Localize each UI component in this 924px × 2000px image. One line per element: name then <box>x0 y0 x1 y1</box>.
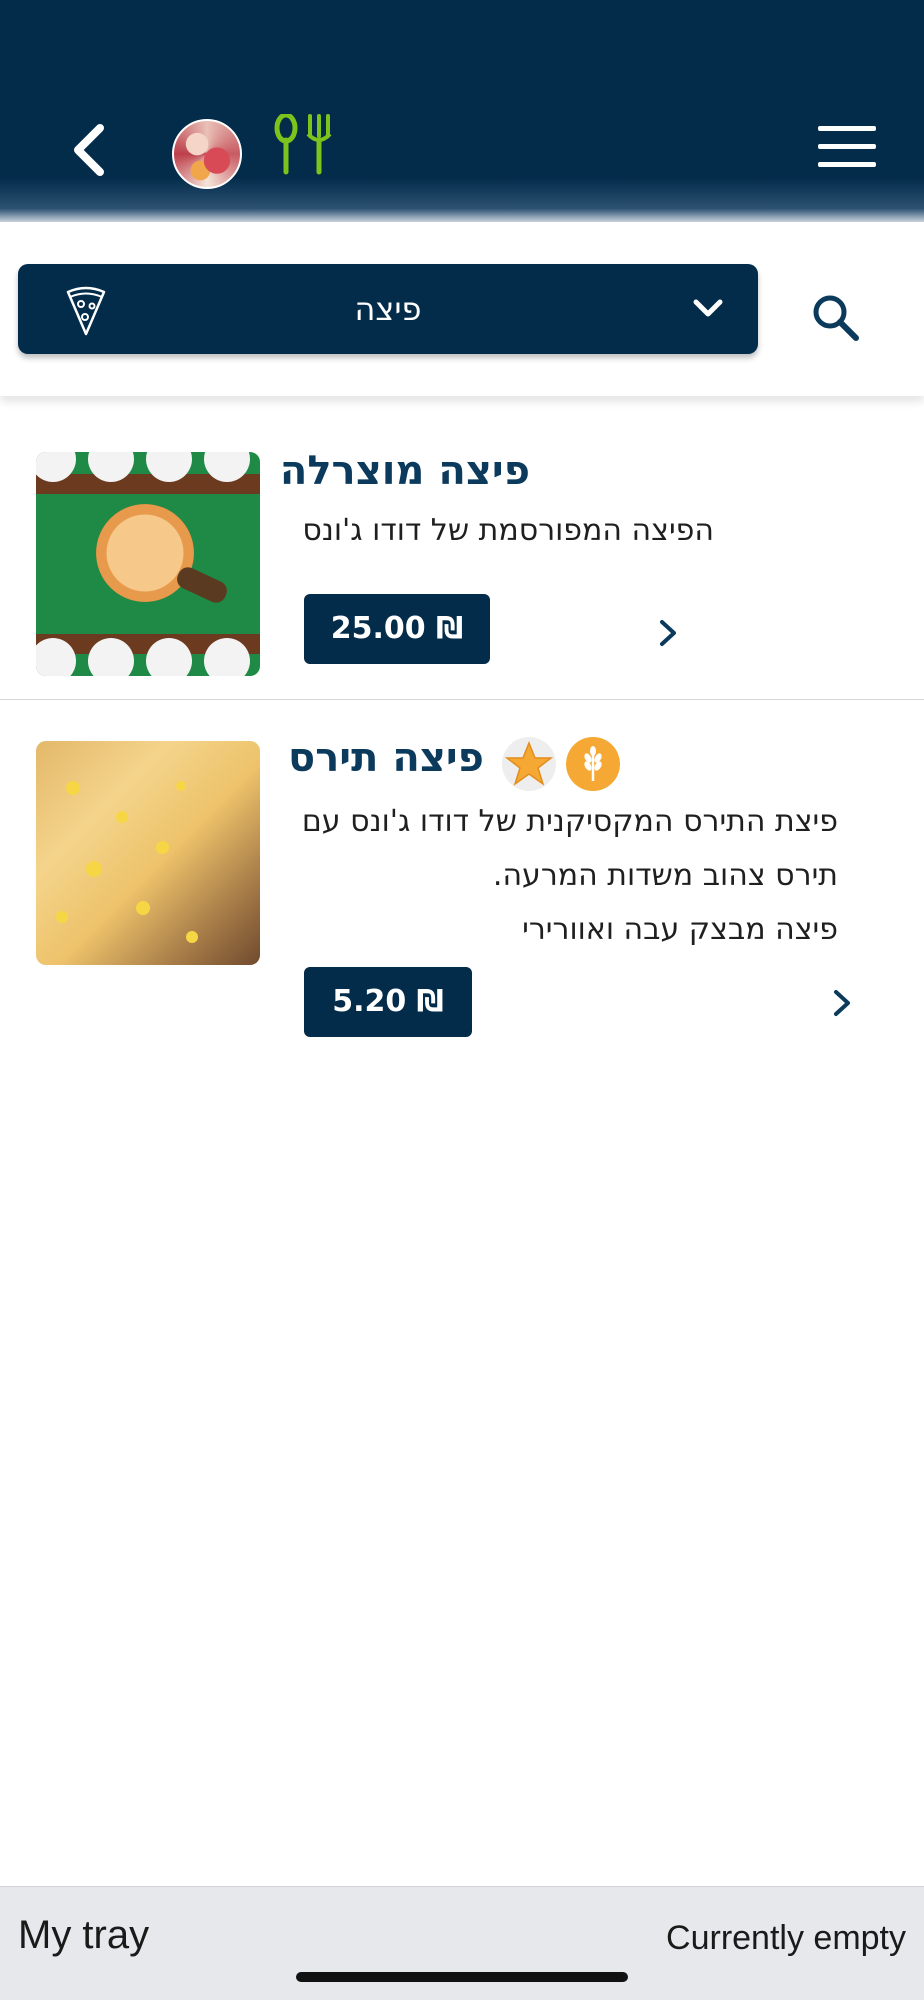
item-title: פיצה מוצרלה <box>279 448 530 494</box>
app-header <box>0 0 924 222</box>
category-label: פיצה <box>354 290 422 328</box>
item-description: פיצת התירס המקסיקנית של דודו ג'ונס עם תי… <box>302 795 838 957</box>
wheat-badge <box>566 737 620 791</box>
category-dropdown[interactable]: פיצה <box>18 264 758 354</box>
chevron-down-icon <box>693 299 723 317</box>
tray-title: My tray <box>18 1913 150 1957</box>
decor <box>146 638 192 676</box>
price-badge[interactable]: 5.20 ₪ <box>304 967 472 1037</box>
decor <box>88 638 134 676</box>
decor <box>204 638 250 676</box>
price-badge[interactable]: 25.00 ₪ <box>304 594 490 664</box>
hamburger-menu-icon <box>818 126 876 131</box>
decor <box>66 781 80 795</box>
chevron-left-icon <box>74 124 104 176</box>
star-icon <box>504 740 554 786</box>
utensils-icon <box>274 114 332 175</box>
decor <box>176 781 186 791</box>
decor <box>116 811 128 823</box>
description-line: פיצה מבצק עבה ואוורירי <box>522 912 838 947</box>
description-line: פיצת התירס המקסיקנית של דודו ג'ונס עם <box>301 804 838 839</box>
back-button[interactable] <box>60 118 116 182</box>
item-title: פיצה תירס <box>288 735 484 781</box>
wheat-icon <box>584 746 602 781</box>
decor <box>173 564 231 606</box>
decor <box>56 911 68 923</box>
tray-bar[interactable]: My tray Currently empty <box>0 1886 924 2000</box>
decor <box>96 504 194 602</box>
decor <box>86 861 102 877</box>
hamburger-line <box>818 162 876 167</box>
chevron-right-icon[interactable] <box>830 986 854 1020</box>
home-indicator <box>296 1972 628 1982</box>
menu-item[interactable]: פיצה מוצרלה הפיצה המפורסמת של דודו ג'ונס… <box>0 420 924 700</box>
star-badge <box>502 737 556 791</box>
item-image <box>36 741 260 965</box>
item-image <box>36 452 260 676</box>
restaurant-avatar[interactable] <box>172 119 242 189</box>
decor <box>136 901 150 915</box>
decor <box>156 841 169 854</box>
tray-status: Currently empty <box>666 1919 906 1957</box>
filter-bar: פיצה <box>0 222 924 396</box>
description-line: הפיצה המפורסמת של דודו ג'ונס <box>302 513 714 548</box>
description-line: תירס צהוב משדות המרעה. <box>492 858 838 893</box>
decor <box>186 931 198 943</box>
search-icon[interactable] <box>808 290 864 346</box>
item-description: הפיצה המפורסמת של דודו ג'ונס <box>302 504 714 558</box>
hamburger-line <box>818 144 876 149</box>
chevron-right-icon[interactable] <box>656 616 680 650</box>
menu-item[interactable]: פיצה תירס פיצת התירס המקסיקנית של דודו ג… <box>0 701 924 1061</box>
hamburger-menu-button[interactable] <box>818 126 880 174</box>
